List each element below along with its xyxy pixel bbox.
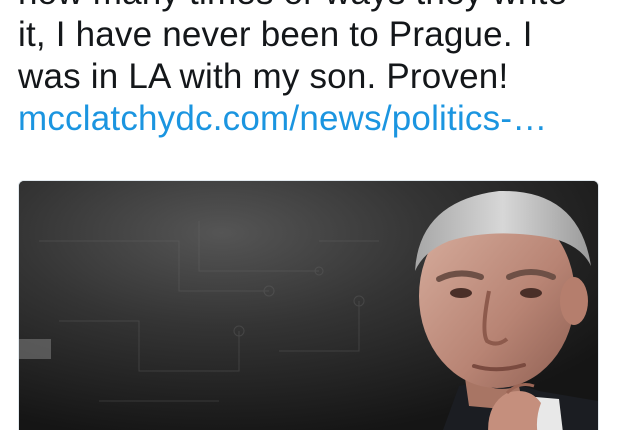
tweet-body: how many times or ways they write it, I … — [0, 0, 618, 430]
tweet-text: how many times or ways they write it, I … — [18, 0, 608, 140]
article-link[interactable]: mcclatchydc.com/news/politics-… — [18, 98, 608, 140]
tweet-text-line: was in LA with my son. Proven! — [18, 57, 509, 96]
tweet-text-line: how many times or ways they write — [18, 0, 608, 14]
link-preview-image[interactable] — [18, 180, 599, 430]
tweet-text-line: it, I have never been to Prague. I — [18, 15, 533, 54]
photo-of-man-thinking-icon — [19, 181, 598, 430]
